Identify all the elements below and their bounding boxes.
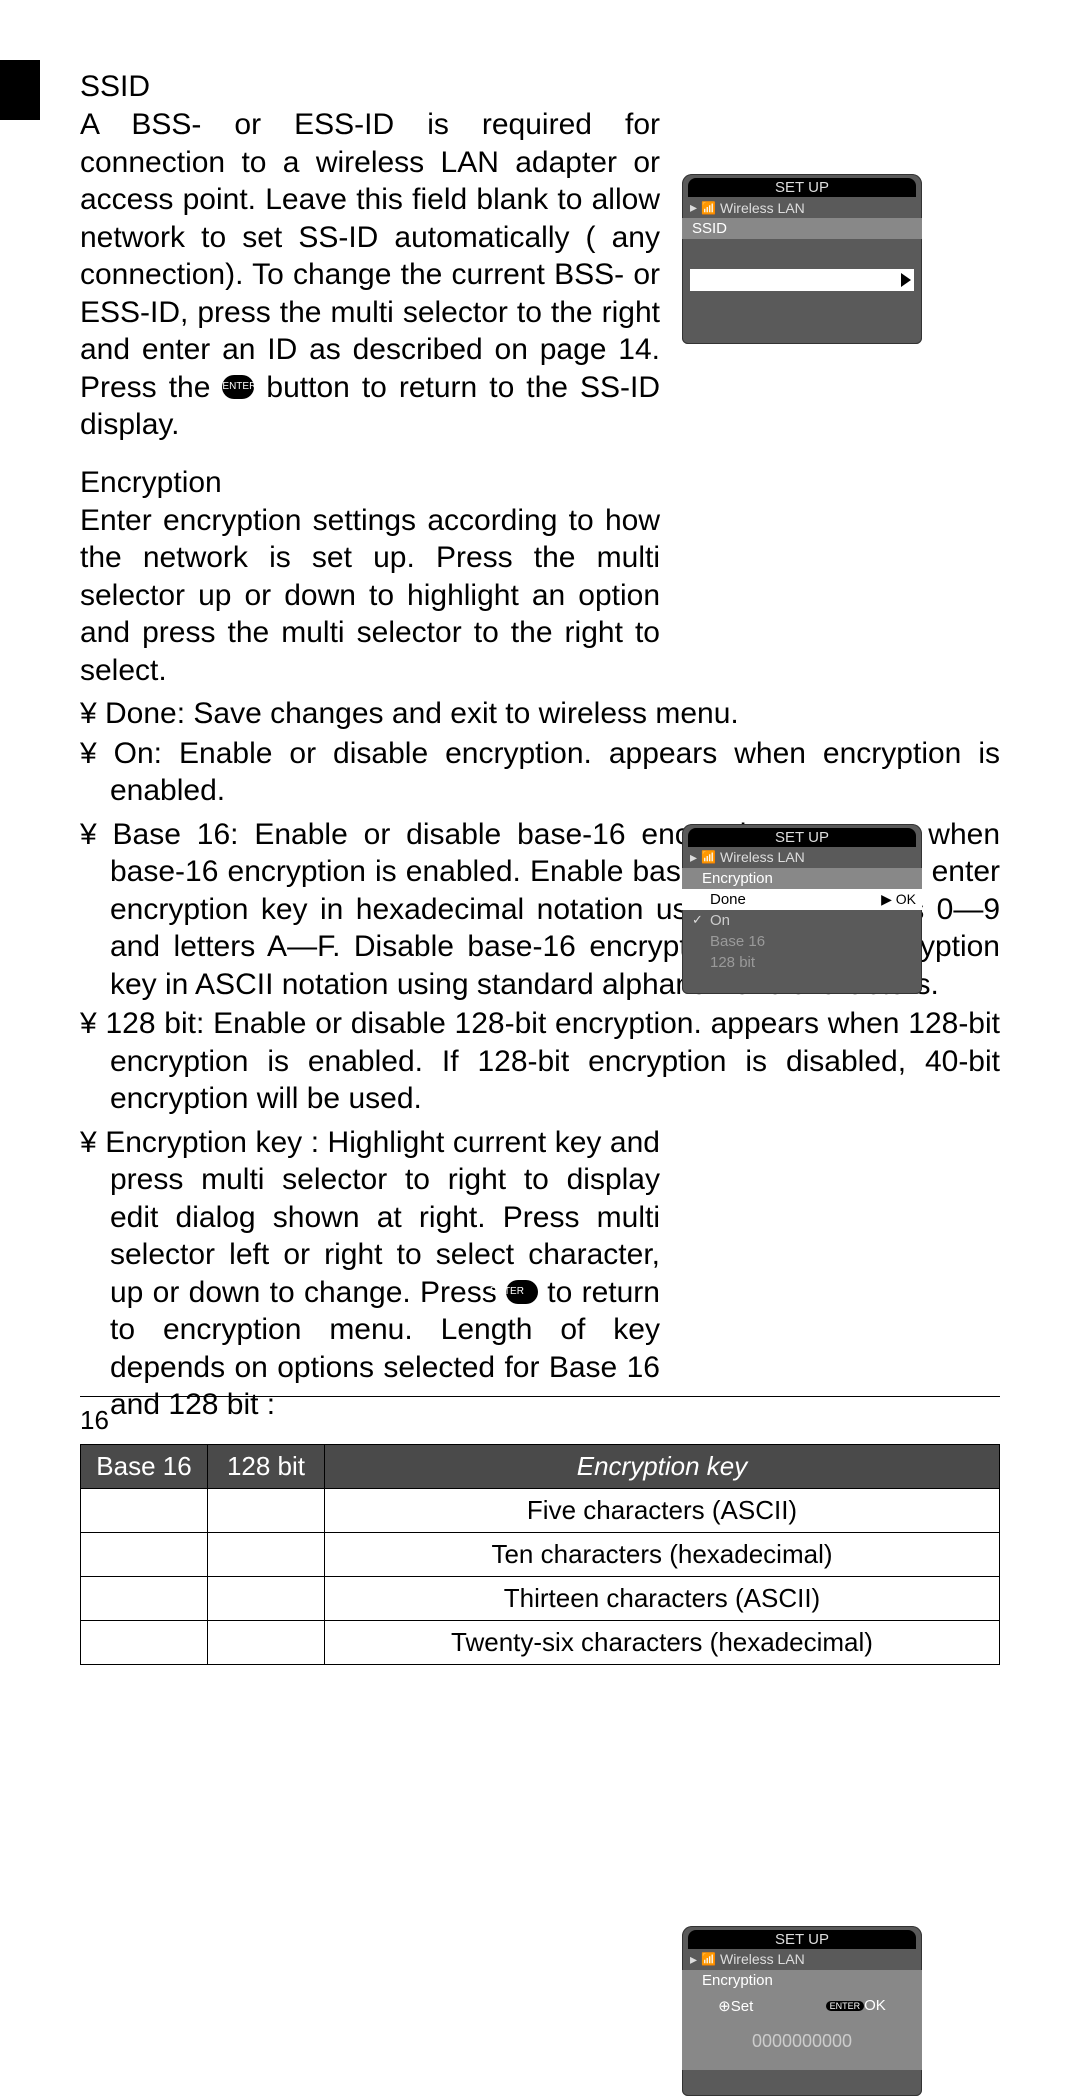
encryption-key-value[interactable]: 0000000000 <box>682 2021 922 2070</box>
cell-key: Ten characters (hexadecimal) <box>325 1532 1000 1576</box>
encryption-key-item: ¥ Encryption key : Highlight current key… <box>80 1124 660 1424</box>
encryption-label: Encryption <box>682 868 922 889</box>
ssid-body: A BSS- or ESS-ID is required for connect… <box>80 106 660 444</box>
ssid-heading: SSID <box>80 70 1000 104</box>
done-text: Done <box>710 891 746 908</box>
encryption-menu-screen: SET UP ▸ 📶 Wireless LAN Encryption Done … <box>682 824 922 994</box>
wifi-icon: 📶 <box>701 1952 716 1966</box>
ok-control[interactable]: ENTEROK <box>826 1997 886 2015</box>
ssid-input-field[interactable] <box>690 269 914 291</box>
encryption-heading: Encryption <box>80 466 1000 500</box>
key-digits: 0000000000 <box>752 2031 852 2051</box>
screen-breadcrumb: ▸ 📶 Wireless LAN <box>682 847 922 868</box>
menu-item-done[interactable]: Done ▶ OK <box>682 889 922 910</box>
section-tab <box>0 60 40 120</box>
menu-item-128bit[interactable]: 128 bit <box>682 952 922 973</box>
encryption-options-list: ¥ Done: Save changes and exit to wireles… <box>80 695 1000 810</box>
screen-breadcrumb: ▸ 📶 Wireless LAN <box>682 197 922 218</box>
option-done: ¥ Done: Save changes and exit to wireles… <box>80 695 1000 733</box>
table-row: Twenty-six characters (hexadecimal) <box>81 1620 1000 1664</box>
encryption-key-screen: SET UP ▸ 📶 Wireless LAN Encryption ⊕Set … <box>682 1926 922 2096</box>
page-footer: 16 <box>80 1396 1000 1436</box>
enter-icon: ENTER <box>826 2001 865 2011</box>
right-arrow-icon <box>901 273 911 287</box>
key-controls: ⊕Set ENTEROK <box>682 1991 922 2021</box>
encryption-label: Encryption <box>682 1970 922 1991</box>
ssid-body-text: A BSS- or ESS-ID is required for connect… <box>80 108 660 404</box>
ssid-setup-screen: SET UP ▸ 📶 Wireless LAN SSID <box>682 174 922 344</box>
enter-icon: ENTER <box>506 1280 538 1304</box>
cell-key: Five characters (ASCII) <box>325 1488 1000 1532</box>
table-row: Ten characters (hexadecimal) <box>81 1532 1000 1576</box>
play-icon: ▸ <box>690 199 697 216</box>
cell-key: Thirteen characters (ASCII) <box>325 1576 1000 1620</box>
screen-title: SET UP <box>688 178 916 197</box>
on-text: On <box>710 912 730 929</box>
set-control[interactable]: ⊕Set <box>718 1997 753 2015</box>
wifi-icon: 📶 <box>701 201 716 215</box>
cell-key: Twenty-six characters (hexadecimal) <box>325 1620 1000 1664</box>
table-row: Thirteen characters (ASCII) <box>81 1576 1000 1620</box>
check-icon: ✓ <box>692 912 703 928</box>
encryption-intro: Enter encryption settings according to h… <box>80 502 660 690</box>
option-128bit: ¥ 128 bit: Enable or disable 128-bit enc… <box>80 1005 1000 1118</box>
option-encryption-key: ¥ Encryption key : Highlight current key… <box>80 1124 660 1424</box>
ok-indicator: ▶ OK <box>881 891 916 908</box>
crumb-text: Wireless LAN <box>720 1951 805 1967</box>
table-row: Five characters (ASCII) <box>81 1488 1000 1532</box>
screen-title: SET UP <box>688 828 916 847</box>
encryption-key-table: Base 16 128 bit Encryption key Five char… <box>80 1444 1000 1665</box>
ssid-label: SSID <box>682 218 922 239</box>
wifi-icon: 📶 <box>701 850 716 864</box>
menu-item-base16[interactable]: Base 16 <box>682 931 922 952</box>
col-128bit: 128 bit <box>208 1444 325 1488</box>
col-encryption-key: Encryption key <box>325 1444 1000 1488</box>
page-number: 16 <box>80 1405 109 1435</box>
col-base16: Base 16 <box>81 1444 208 1488</box>
play-icon: ▸ <box>690 1951 697 1968</box>
play-icon: ▸ <box>690 849 697 866</box>
screen-breadcrumb: ▸ 📶 Wireless LAN <box>682 1949 922 1970</box>
option-on: ¥ On: Enable or disable encryption. appe… <box>80 735 1000 810</box>
crumb-text: Wireless LAN <box>720 200 805 216</box>
table-header-row: Base 16 128 bit Encryption key <box>81 1444 1000 1488</box>
crumb-text: Wireless LAN <box>720 849 805 865</box>
screen-title: SET UP <box>688 1930 916 1949</box>
enter-icon: ENTER <box>222 375 254 399</box>
menu-item-on[interactable]: ✓ On <box>682 910 922 931</box>
